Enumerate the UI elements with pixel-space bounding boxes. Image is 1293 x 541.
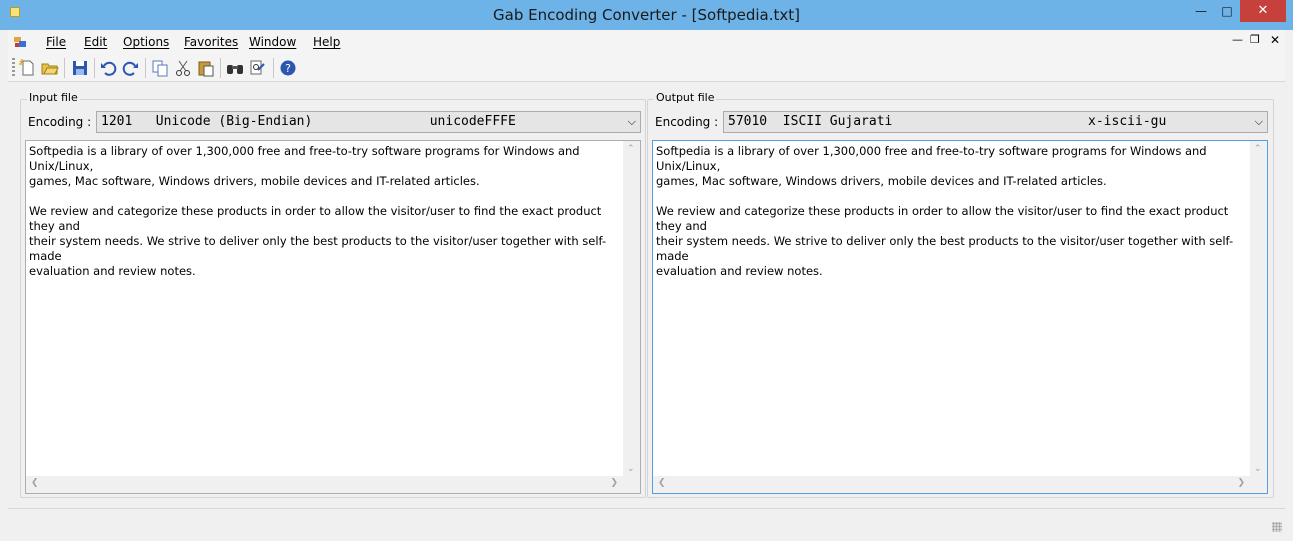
mdi-restore-button[interactable]: ❐ bbox=[1250, 33, 1260, 46]
toolbar-grip[interactable] bbox=[12, 58, 15, 78]
undo-icon[interactable] bbox=[98, 58, 118, 78]
menu-bar: File Edit Options Favorites Window Help … bbox=[8, 30, 1285, 55]
find-icon[interactable] bbox=[225, 58, 245, 78]
toolbar-separator bbox=[273, 58, 274, 78]
output-encoding-label: Encoding : bbox=[655, 115, 719, 129]
input-vertical-scrollbar[interactable]: ⌃ ⌄ bbox=[623, 141, 640, 476]
document-window-icon[interactable] bbox=[14, 36, 26, 48]
input-file-label: Input file bbox=[27, 91, 80, 104]
scroll-up-icon[interactable]: ⌃ bbox=[627, 144, 635, 154]
menu-help[interactable]: Help bbox=[313, 35, 340, 49]
redo-icon[interactable] bbox=[121, 58, 141, 78]
input-encoding-label: Encoding : bbox=[28, 115, 92, 129]
output-encoding-value: 57010 ISCII Gujarati x-iscii-gu bbox=[728, 114, 1167, 129]
toolbar-separator bbox=[64, 58, 65, 78]
close-button[interactable]: ✕ bbox=[1240, 0, 1286, 22]
copy-icon[interactable] bbox=[150, 58, 170, 78]
resize-grip-icon[interactable] bbox=[1272, 522, 1282, 532]
chevron-down-icon[interactable]: ⌵ bbox=[1255, 112, 1263, 132]
output-file-group: Output file Encoding : 57010 ISCII Gujar… bbox=[647, 91, 1274, 498]
minimize-button[interactable]: — bbox=[1188, 0, 1214, 22]
input-text[interactable]: Softpedia is a library of over 1,300,000… bbox=[29, 144, 622, 279]
output-vertical-scrollbar[interactable]: ⌃ ⌄ bbox=[1250, 141, 1267, 476]
mdi-minimize-button[interactable]: — bbox=[1232, 33, 1243, 46]
scroll-down-icon[interactable]: ⌄ bbox=[1254, 464, 1262, 474]
svg-text:?: ? bbox=[285, 62, 291, 75]
output-text[interactable]: Softpedia is a library of over 1,300,000… bbox=[656, 144, 1249, 279]
replace-icon[interactable] bbox=[248, 58, 268, 78]
scroll-left-icon[interactable]: ❮ bbox=[658, 478, 666, 488]
scroll-right-icon[interactable]: ❯ bbox=[1237, 478, 1245, 488]
toolbar-separator bbox=[220, 58, 221, 78]
menu-favorites[interactable]: Favorites bbox=[184, 35, 238, 49]
title-bar: Gab Encoding Converter - [Softpedia.txt]… bbox=[0, 0, 1293, 30]
output-text-area[interactable]: Softpedia is a library of over 1,300,000… bbox=[652, 140, 1268, 494]
scroll-left-icon[interactable]: ❮ bbox=[31, 478, 39, 488]
save-icon[interactable] bbox=[70, 58, 90, 78]
input-encoding-value: 1201 Unicode (Big-Endian) unicodeFFFE bbox=[101, 114, 516, 129]
scroll-right-icon[interactable]: ❯ bbox=[610, 478, 618, 488]
toolbar: ? bbox=[8, 55, 1285, 82]
input-horizontal-scrollbar[interactable]: ❮ ❯ bbox=[26, 476, 623, 493]
output-encoding-select[interactable]: 57010 ISCII Gujarati x-iscii-gu ⌵ bbox=[723, 111, 1268, 133]
toolbar-separator bbox=[94, 58, 95, 78]
menu-options[interactable]: Options bbox=[123, 35, 169, 49]
scroll-corner bbox=[623, 476, 640, 493]
window-title: Gab Encoding Converter - [Softpedia.txt] bbox=[493, 6, 800, 24]
maximize-button[interactable]: □ bbox=[1214, 0, 1240, 22]
menu-window[interactable]: Window bbox=[249, 35, 296, 49]
chevron-down-icon[interactable]: ⌵ bbox=[628, 112, 636, 132]
client-area: Input file Encoding : 1201 Unicode (Big-… bbox=[8, 82, 1285, 507]
input-encoding-select[interactable]: 1201 Unicode (Big-Endian) unicodeFFFE ⌵ bbox=[96, 111, 641, 133]
output-horizontal-scrollbar[interactable]: ❮ ❯ bbox=[653, 476, 1250, 493]
input-file-group: Input file Encoding : 1201 Unicode (Big-… bbox=[20, 91, 646, 498]
scroll-corner bbox=[1250, 476, 1267, 493]
toolbar-separator bbox=[145, 58, 146, 78]
paste-icon[interactable] bbox=[196, 58, 216, 78]
output-file-label: Output file bbox=[654, 91, 717, 104]
input-text-area[interactable]: Softpedia is a library of over 1,300,000… bbox=[25, 140, 641, 494]
help-icon[interactable]: ? bbox=[278, 58, 298, 78]
menu-edit[interactable]: Edit bbox=[84, 35, 107, 49]
scroll-up-icon[interactable]: ⌃ bbox=[1254, 144, 1262, 154]
open-folder-icon[interactable] bbox=[40, 58, 60, 78]
menu-file[interactable]: File bbox=[46, 35, 66, 49]
status-bar bbox=[8, 508, 1285, 535]
cut-icon[interactable] bbox=[173, 58, 193, 78]
mdi-close-button[interactable]: ✕ bbox=[1270, 33, 1280, 47]
new-file-icon[interactable] bbox=[18, 58, 38, 78]
scroll-down-icon[interactable]: ⌄ bbox=[627, 464, 635, 474]
